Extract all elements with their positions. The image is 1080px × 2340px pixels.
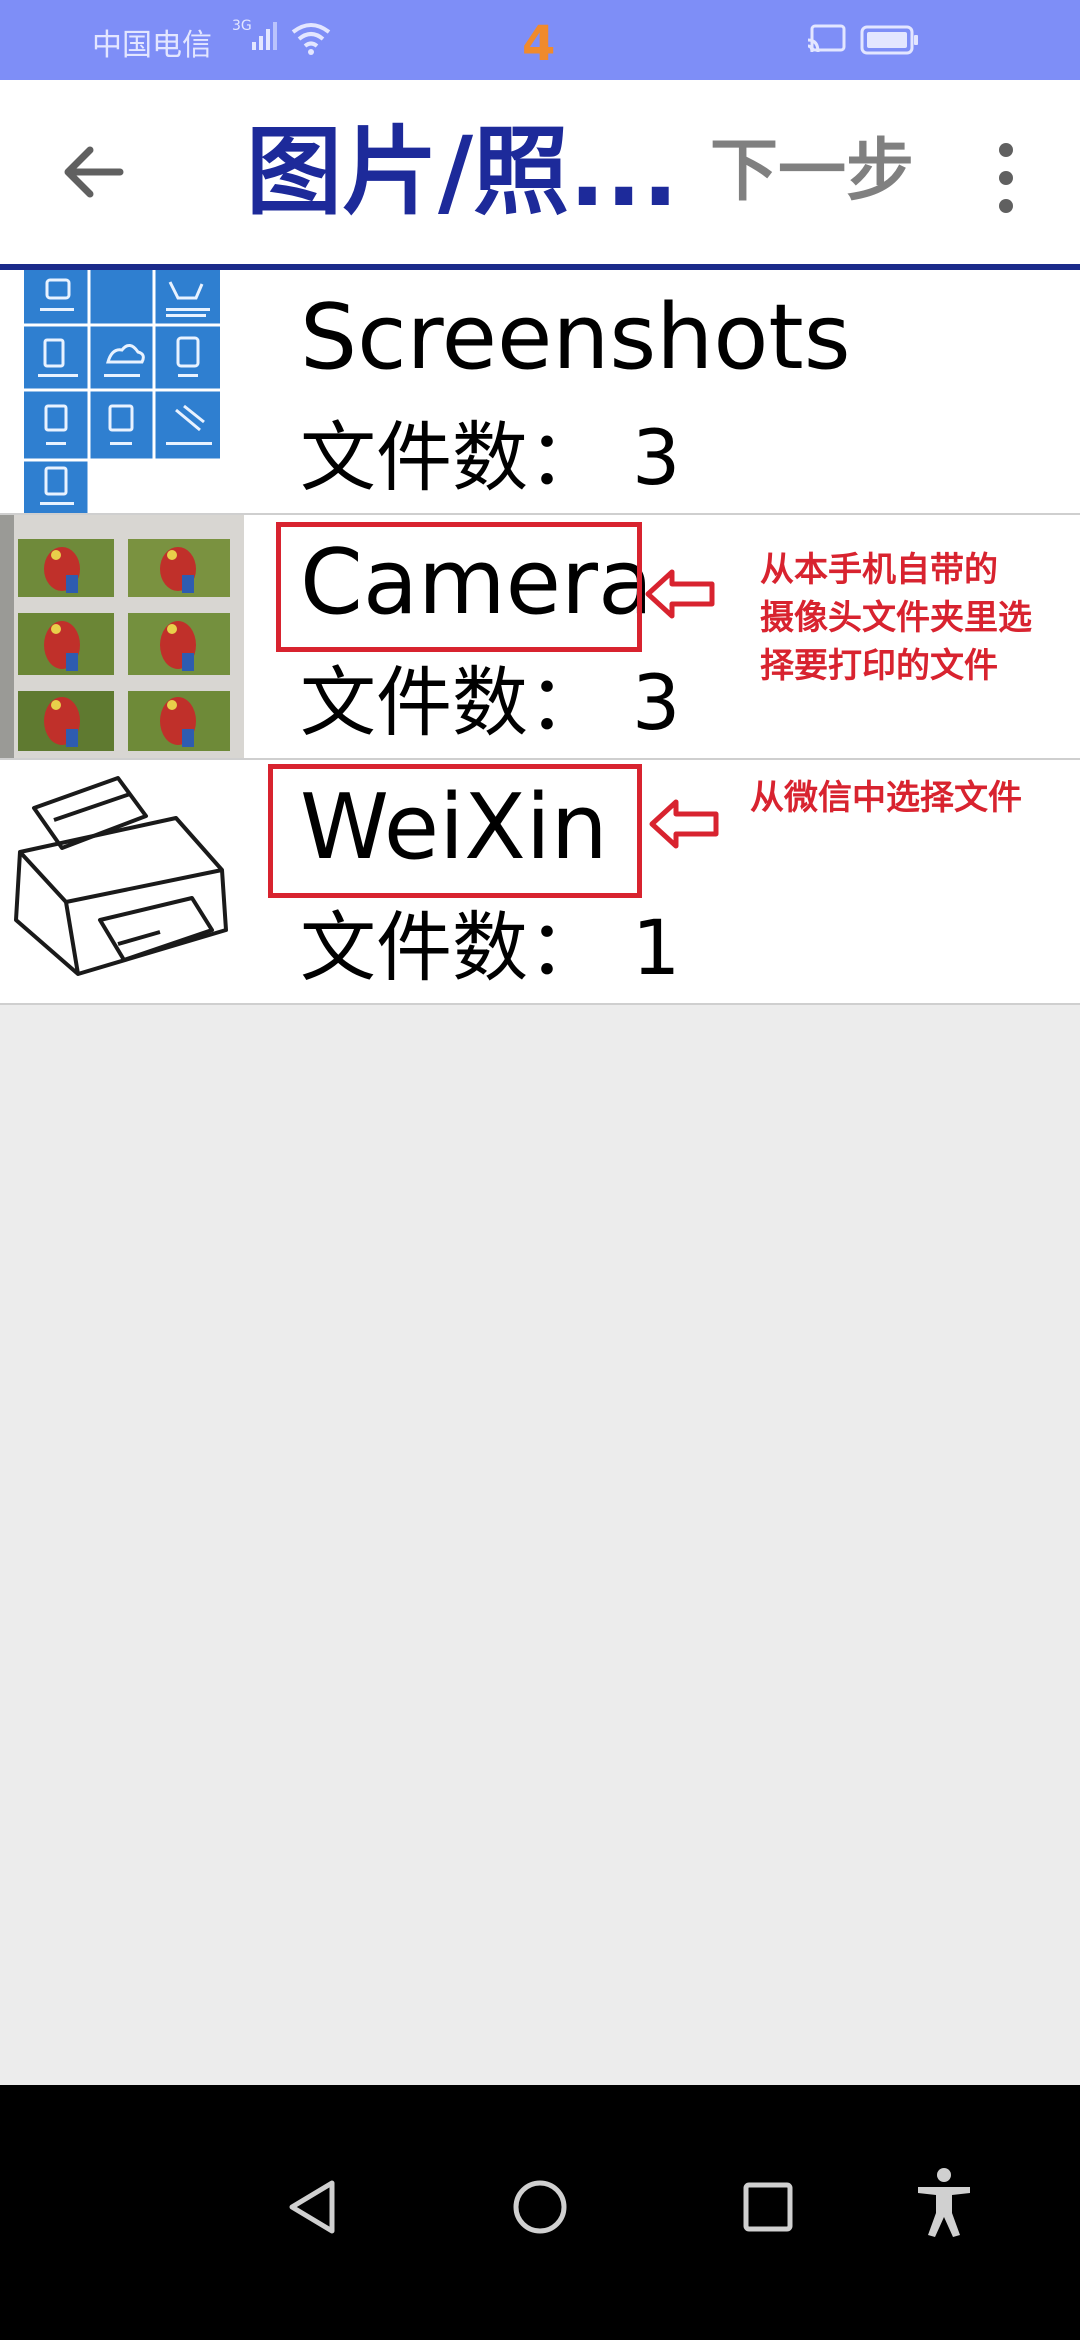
next-step-button[interactable]: 下一步 bbox=[710, 132, 914, 212]
camera-annotation-line: 择要打印的文件 bbox=[760, 646, 998, 686]
weixin-annotation: 从微信中选择文件 bbox=[750, 778, 1022, 818]
folder-thumbnail bbox=[0, 760, 244, 1003]
camera-highlight-box bbox=[276, 522, 642, 652]
home-circle-icon[interactable] bbox=[510, 2177, 570, 2237]
battery-icon bbox=[860, 24, 920, 60]
camera-annotation-line: 摄像头文件夹里选 bbox=[760, 598, 1032, 638]
file-count-value: 3 bbox=[632, 413, 681, 502]
carrier-label: 中国电信 bbox=[92, 28, 212, 63]
camera-annotation: 从本手机自带的 摄像头文件夹里选 择要打印的文件 bbox=[760, 546, 1032, 690]
status-bar: 中国电信 3G 4 bbox=[0, 0, 1080, 80]
system-nav-bar bbox=[0, 2085, 1080, 2340]
file-count-value: 3 bbox=[632, 658, 681, 747]
more-vertical-icon[interactable] bbox=[990, 140, 1022, 216]
folder-name: Screenshots bbox=[300, 285, 851, 390]
network-type: 3G bbox=[232, 18, 252, 34]
wifi-icon bbox=[290, 20, 332, 60]
page-title: 图片/照... bbox=[246, 116, 679, 228]
arrow-left-icon bbox=[649, 799, 719, 849]
file-count-label: 文件数： bbox=[300, 658, 604, 747]
recents-square-icon[interactable] bbox=[738, 2177, 798, 2237]
weixin-highlight-box bbox=[268, 764, 642, 898]
arrow-left-icon bbox=[645, 569, 715, 619]
file-count-label: 文件数： bbox=[300, 903, 604, 992]
app-bar: 图片/照... 下一步 bbox=[0, 80, 1080, 270]
accessibility-icon[interactable] bbox=[914, 2167, 974, 2237]
folder-row-screenshots[interactable]: Screenshots 文件数： 3 bbox=[0, 270, 1080, 515]
back-triangle-icon[interactable] bbox=[282, 2177, 342, 2237]
step-number: 4 bbox=[522, 16, 556, 72]
cast-icon bbox=[806, 24, 846, 60]
file-count-value: 1 bbox=[632, 903, 681, 992]
signal-icon: 3G bbox=[232, 16, 280, 60]
folder-thumbnail bbox=[0, 515, 244, 758]
arrow-left-icon[interactable] bbox=[56, 134, 132, 210]
camera-annotation-line: 从本手机自带的 bbox=[760, 550, 998, 590]
folder-thumbnail bbox=[0, 270, 244, 513]
file-count-label: 文件数： bbox=[300, 413, 604, 502]
